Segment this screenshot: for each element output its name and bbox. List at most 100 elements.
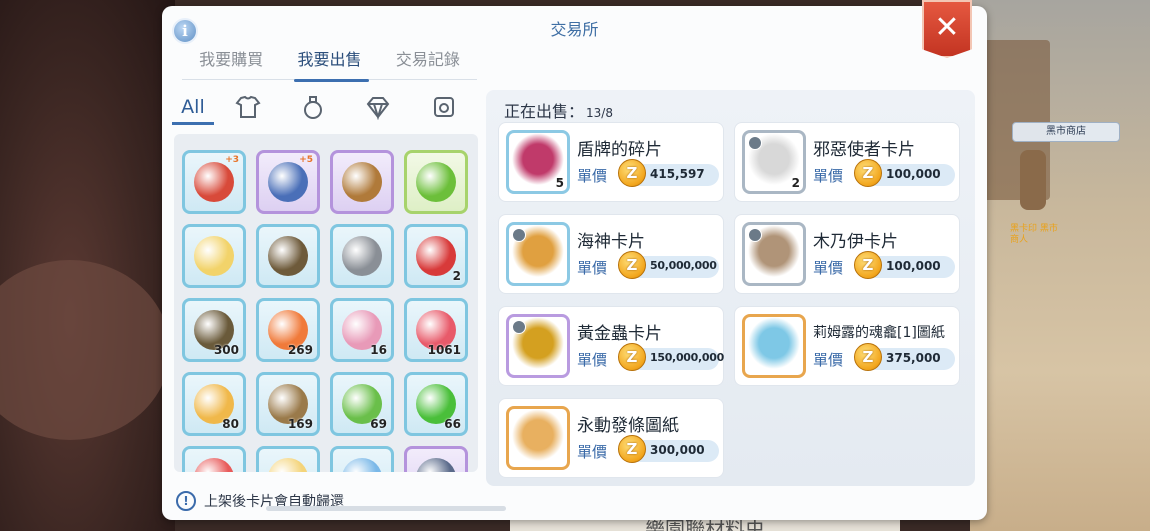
gem-icon (367, 97, 390, 120)
staff-icon (342, 236, 382, 276)
inventory-slot[interactable]: 80 (182, 372, 246, 436)
zeny-coin-icon: Z (854, 343, 882, 371)
selling-item-card[interactable]: 莉姆露的魂龕[1]圖紙 單價 Z 375,000 (734, 306, 960, 386)
item-quantity: 269 (287, 343, 313, 357)
selling-list: 5 盾牌的碎片 單價 Z 415,597 2 邪惡使者卡片 單價 Z 100,000 海神卡片 單價 Z… (498, 122, 968, 478)
category-card[interactable] (411, 90, 476, 124)
category-all[interactable]: All (170, 90, 216, 125)
game-background-left (0, 0, 175, 531)
category-armor[interactable] (216, 90, 281, 124)
inventory-slot[interactable] (182, 224, 246, 288)
main-tabs: 我要購買 我要出售 交易記錄 (182, 46, 477, 82)
selling-item-card[interactable]: 5 盾牌的碎片單價 Z 415,597 (498, 122, 724, 202)
item-quantity: 2 (452, 269, 461, 283)
inventory-slot[interactable]: 66 (404, 372, 468, 436)
inventory-slot[interactable]: 1061 (404, 298, 468, 362)
inventory-slot[interactable]: +3 (182, 150, 246, 214)
horizontal-scrollbar[interactable] (266, 506, 506, 511)
potion-icon (304, 96, 323, 119)
category-gem[interactable] (346, 90, 411, 124)
inventory-slot[interactable]: 69 (330, 372, 394, 436)
refine-level: +3 (225, 155, 239, 165)
zeny-coin-icon: Z (618, 435, 646, 463)
item-quantity: 66 (444, 417, 461, 431)
item-thumbnail (506, 314, 570, 378)
inventory-slot[interactable] (256, 224, 320, 288)
red-axe-icon (194, 162, 234, 202)
item-name: 盾牌的碎片 (577, 140, 662, 160)
inventory-slot[interactable] (404, 150, 468, 214)
item-name: 木乃伊卡片 (813, 232, 898, 252)
close-button[interactable]: ✕ (922, 0, 972, 58)
unit-price-label: 單價 (813, 351, 844, 369)
zeny-coin-icon: Z (618, 159, 646, 187)
card-icon (433, 97, 454, 117)
tab-sell[interactable]: 我要出售 (280, 46, 378, 82)
inventory-slot[interactable] (404, 446, 468, 472)
item-thumbnail (742, 222, 806, 286)
alert-icon: ! (176, 491, 196, 511)
item-price: 415,597 (650, 167, 705, 181)
item-name: 莉姆露的魂龕[1]圖紙 (813, 325, 945, 341)
inventory-slot[interactable]: 269 (256, 298, 320, 362)
item-price: 300,000 (650, 443, 705, 457)
item-quantity: 300 (213, 343, 239, 357)
tab-buy[interactable]: 我要購買 (182, 46, 280, 79)
inventory-slot[interactable] (256, 446, 320, 472)
selling-count: 13/8 (586, 106, 613, 120)
card-pin-icon (512, 228, 526, 242)
inventory-slot[interactable]: 300 (182, 298, 246, 362)
tab-history[interactable]: 交易記錄 (379, 46, 477, 79)
item-thumbnail: 5 (506, 130, 570, 194)
card-pin-icon (748, 136, 762, 150)
inventory-slot[interactable]: 16 (330, 298, 394, 362)
card-pin-icon (512, 320, 526, 334)
green-pendant-icon (416, 162, 456, 202)
unit-price-label: 單價 (577, 167, 608, 185)
belt-icon (342, 162, 382, 202)
category-consumable[interactable] (281, 90, 346, 124)
selling-label: 正在出售： (504, 102, 585, 121)
inventory-grid: +3 +5 2 300 269 16 1061 80 169 69 66 (182, 150, 472, 472)
item-name: 邪惡使者卡片 (813, 140, 915, 160)
item-name: 永動發條圖紙 (577, 416, 679, 436)
box-icon (416, 458, 456, 472)
inventory-slot[interactable]: +5 (256, 150, 320, 214)
category-filter: All (170, 90, 476, 125)
star-icon (268, 458, 308, 472)
inventory-slot[interactable]: 2 (404, 224, 468, 288)
refine-level: +5 (299, 155, 313, 165)
item-price: 100,000 (886, 167, 941, 181)
inventory-slot[interactable] (330, 150, 394, 214)
selling-panel: 正在出售： 13/8 5 盾牌的碎片 單價 Z 415,597 2 邪惡使者卡片 單價 Z 100,… (486, 90, 975, 486)
selling-item-card[interactable]: 海神卡片 單價 Z 50,000,000 (498, 214, 724, 294)
selling-item-card[interactable]: 木乃伊卡片 單價 Z 100,000 (734, 214, 960, 294)
selling-item-card[interactable]: 黃金蟲卡片 單價 Z 150,000,000 (498, 306, 724, 386)
inventory-slot[interactable] (330, 224, 394, 288)
armor-icon (235, 95, 261, 118)
zeny-coin-icon: Z (854, 159, 882, 187)
npc-character[interactable] (1020, 150, 1046, 210)
item-quantity: 16 (370, 343, 387, 357)
item-thumbnail (742, 314, 806, 378)
inventory-slot[interactable] (182, 446, 246, 472)
npc-shop-label[interactable]: 黑市商店 (1012, 122, 1120, 142)
inventory-slot[interactable]: 169 (256, 372, 320, 436)
game-background-right (970, 0, 1150, 531)
item-quantity: 1061 (427, 343, 461, 357)
unit-price-label: 單價 (577, 443, 608, 461)
inventory-slot[interactable] (330, 446, 394, 472)
item-price: 375,000 (886, 351, 941, 365)
selling-item-card[interactable]: 永動發條圖紙 單價 Z 300,000 (498, 398, 724, 478)
selling-item-card[interactable]: 2 邪惡使者卡片 單價 Z 100,000 (734, 122, 960, 202)
item-name: 黃金蟲卡片 (577, 324, 662, 344)
zeny-coin-icon: Z (854, 251, 882, 279)
item-quantity: 5 (555, 176, 564, 190)
apple-icon (194, 458, 234, 472)
inventory-panel[interactable]: +3 +5 2 300 269 16 1061 80 169 69 66 (174, 134, 478, 472)
item-price: 100,000 (886, 259, 941, 273)
npc-subtitle: 黑卡印 黑市商人 (1010, 224, 1058, 245)
unit-price-label: 單價 (813, 167, 844, 185)
item-quantity: 2 (791, 176, 800, 190)
exchange-dialog: i 交易所 ✕ 我要購買 我要出售 交易記錄 All +3 +5 2 300 269 16… (162, 0, 987, 520)
